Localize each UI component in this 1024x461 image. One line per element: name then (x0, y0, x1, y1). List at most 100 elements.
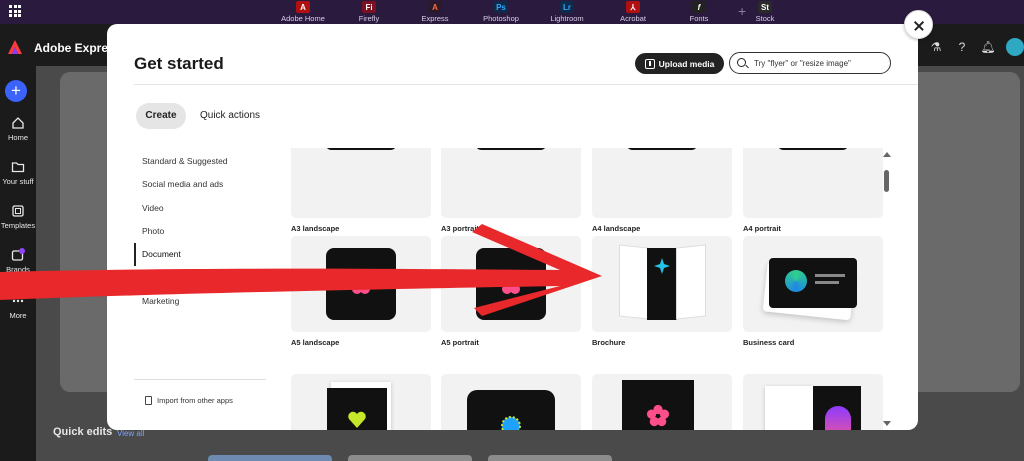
flask-icon[interactable]: ⚗ (928, 39, 944, 55)
home-icon (12, 117, 24, 129)
quick-edit-card[interactable] (488, 455, 612, 461)
template-card-a4-landscape[interactable]: A4 landscape (592, 148, 732, 233)
view-all-link[interactable]: View all (117, 429, 144, 438)
template-thumbnail (743, 148, 883, 218)
app-photoshop[interactable]: Ps Photoshop (468, 0, 534, 24)
sidebar-item-more[interactable]: More (0, 294, 36, 320)
template-thumbnail (291, 374, 431, 430)
app-acrobat[interactable]: ⅄ Acrobat (600, 0, 666, 24)
app-lightroom[interactable]: Lr Lightroom (534, 0, 600, 24)
search-field[interactable] (729, 52, 891, 74)
tab-create[interactable]: Create (136, 103, 186, 129)
category-webpage[interactable]: Webpage (134, 266, 274, 289)
close-modal-button[interactable] (904, 10, 933, 39)
template-name: A5 portrait (441, 338, 479, 347)
sidebar-item-label: Your stuff (2, 177, 34, 186)
template-card-a3-portrait[interactable]: A3 portrait (441, 148, 581, 233)
app-adobe-home[interactable]: A Adobe Home (270, 0, 336, 24)
template-card[interactable] (592, 374, 732, 430)
template-thumbnail (592, 148, 732, 218)
help-icon[interactable]: ? (954, 39, 970, 55)
template-card-a3-landscape[interactable]: A3 landscape (291, 148, 431, 233)
avatar[interactable] (1006, 38, 1024, 56)
heart-icon (348, 411, 366, 428)
avatar-icon (785, 270, 807, 292)
sidebar-item-brands[interactable]: Brands (0, 248, 36, 274)
sidebar-item-your-stuff[interactable]: Your stuff (0, 160, 36, 186)
upload-icon (644, 58, 655, 69)
import-from-apps-link[interactable]: Import from other apps (145, 396, 233, 405)
template-name: A4 landscape (592, 224, 641, 233)
template-card-a5-portrait[interactable]: A5 portrait (441, 236, 581, 347)
brands-icon (11, 248, 25, 261)
scroll-down-icon[interactable] (883, 421, 891, 426)
flower-icon (499, 271, 523, 294)
bell-icon[interactable]: 🔔︎ (980, 39, 996, 55)
scrollbar-thumb[interactable] (884, 170, 889, 192)
category-social-media[interactable]: Social media and ads (134, 173, 274, 196)
template-card[interactable] (291, 374, 431, 430)
category-video[interactable]: Video (134, 197, 274, 220)
template-thumbnail (441, 374, 581, 430)
sidebar-item-label: Home (7, 133, 28, 142)
flower-icon (349, 271, 373, 294)
quick-edit-card[interactable] (208, 455, 332, 461)
template-card-a4-portrait[interactable]: A4 portrait (743, 148, 883, 233)
sparkle-icon (654, 258, 670, 274)
template-thumbnail (441, 236, 581, 332)
template-thumbnail (743, 374, 883, 430)
category-marketing[interactable]: Marketing (134, 290, 274, 313)
search-icon (737, 58, 746, 67)
template-card-a5-landscape[interactable]: A5 landscape (291, 236, 431, 347)
app-list: A Adobe Home Fi Firefly A Express Ps Pho… (270, 0, 798, 24)
template-name: Business card (743, 338, 795, 347)
app-label: Photoshop (483, 14, 519, 23)
template-card-business-card[interactable]: Business card (743, 236, 883, 347)
app-label: Lightroom (550, 14, 584, 23)
sidebar-item-templates[interactable]: Templates (0, 204, 36, 230)
template-thumbnail (592, 236, 732, 332)
adobe-home-icon: A (296, 1, 310, 13)
sidebar-item-label: Templates (0, 221, 36, 230)
sidebar-item-home[interactable]: Home (0, 116, 36, 142)
tab-quick-actions[interactable]: Quick actions (200, 103, 260, 129)
sidebar-item-label: Brands (6, 265, 30, 274)
app-firefly[interactable]: Fi Firefly (336, 0, 402, 24)
create-plus-button[interactable]: + (5, 80, 27, 102)
scroll-up-icon[interactable] (883, 152, 891, 157)
app-label: Stock (755, 14, 775, 23)
template-thumbnail (291, 148, 431, 218)
template-thumbnail (441, 148, 581, 218)
template-thumbnail (743, 236, 883, 332)
upload-label: Upload media (658, 58, 715, 69)
app-launcher-bar: A Adobe Home Fi Firefly A Express Ps Pho… (0, 0, 1024, 24)
quick-edit-card[interactable] (348, 455, 472, 461)
upload-media-button[interactable]: Upload media (635, 53, 724, 74)
flower-icon (646, 404, 670, 427)
lightroom-icon: Lr (560, 1, 574, 13)
template-card[interactable] (441, 374, 581, 430)
import-doc-icon (145, 396, 152, 405)
app-fonts[interactable]: f Fonts (666, 0, 732, 24)
category-divider (134, 379, 266, 380)
template-name: A4 portrait (743, 224, 781, 233)
category-photo[interactable]: Photo (134, 220, 274, 243)
app-express[interactable]: A Express (402, 0, 468, 24)
template-card-brochure[interactable]: Brochure (592, 236, 732, 347)
category-document[interactable]: Document (134, 243, 274, 267)
template-name: A3 landscape (291, 224, 340, 233)
app-grid-icon[interactable] (9, 5, 21, 17)
firefly-icon: Fi (362, 1, 376, 13)
app-label: Acrobat (620, 14, 646, 23)
category-standard-suggested[interactable]: Standard & Suggested (134, 150, 274, 173)
header-divider (134, 84, 918, 85)
app-label: Fonts (689, 14, 709, 23)
search-input[interactable] (754, 58, 884, 68)
express-icon: A (428, 1, 442, 13)
template-grid: A3 landscape A3 portrait A4 landscape A4… (291, 148, 883, 430)
import-label: Import from other apps (157, 396, 233, 405)
add-app-icon[interactable]: + (738, 3, 746, 19)
sidebar-item-label: More (9, 311, 27, 320)
template-name: A3 portrait (441, 224, 479, 233)
template-card[interactable] (743, 374, 883, 430)
